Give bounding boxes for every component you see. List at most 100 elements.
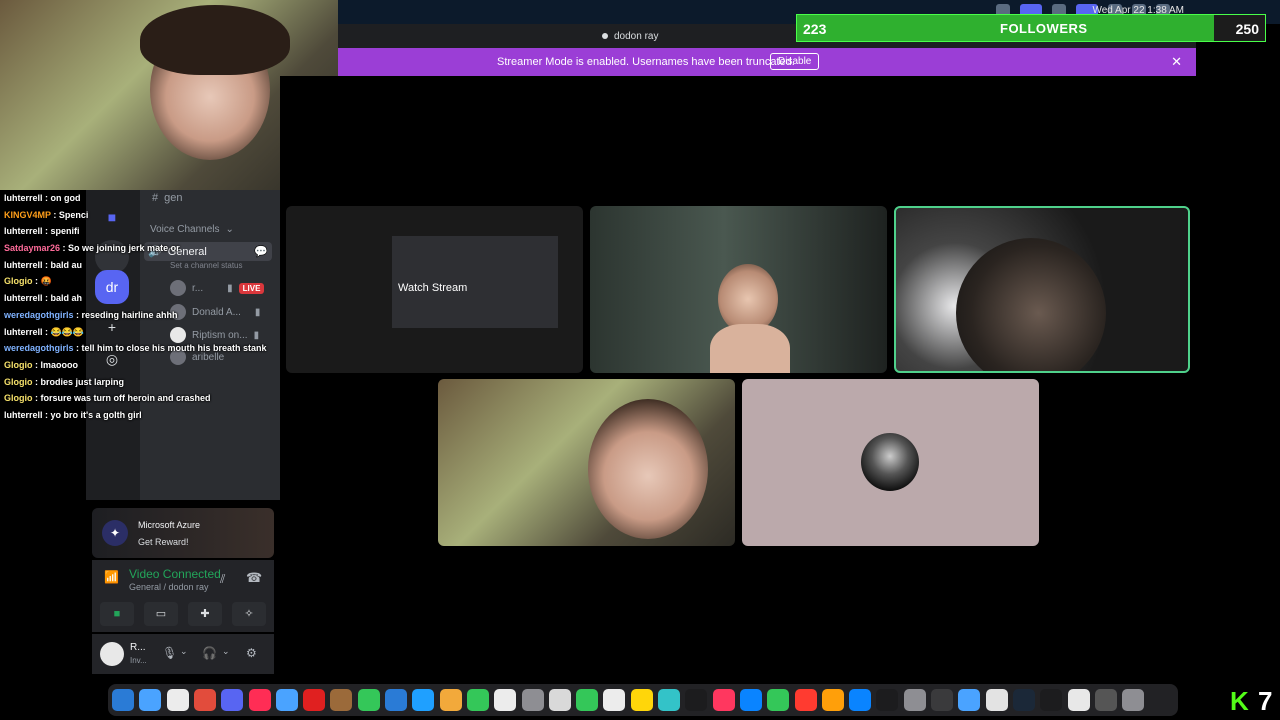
close-icon[interactable]: ✕: [1171, 54, 1182, 70]
chevron-down-icon[interactable]: ⌄: [222, 646, 230, 657]
chat-message: luhterrell : bald au: [4, 259, 83, 270]
call-indicator-icon: [602, 33, 608, 39]
dock-app-icon[interactable]: [412, 689, 435, 711]
dock-app-icon[interactable]: [330, 689, 353, 711]
chat-message: luhterrell : yo bro it's a golth girl: [4, 409, 142, 420]
chat-username[interactable]: luhterrell: [4, 260, 43, 270]
chat-message: Satdaymar26 : So we joining jerk mate or: [4, 243, 180, 254]
dock-app-icon[interactable]: [1012, 689, 1035, 711]
dock-app-icon[interactable]: [712, 689, 735, 711]
voice-channel-path[interactable]: General / dodon ray: [129, 582, 209, 592]
chat-username[interactable]: luhterrell: [4, 327, 43, 337]
dock-app-icon[interactable]: [739, 689, 762, 711]
chat-username[interactable]: luhterrell: [4, 226, 43, 236]
dock-app-icon[interactable]: [439, 689, 462, 711]
chat-text: Spenci: [58, 209, 89, 220]
dock-app-icon[interactable]: [931, 689, 953, 711]
chat-message: Glogio : lmaoooo: [4, 359, 78, 370]
microphone-icon[interactable]: 🎙: [162, 646, 177, 660]
dock-app-icon[interactable]: [821, 689, 844, 711]
dock-app-icon[interactable]: [112, 689, 134, 711]
dock-app-icon[interactable]: [658, 689, 680, 711]
chat-text: bald ah: [50, 293, 83, 304]
camera-button[interactable]: ■: [100, 602, 134, 626]
streamer-mode-banner: Streamer Mode is enabled. Usernames have…: [338, 48, 1196, 76]
dock-app-icon[interactable]: [139, 689, 162, 711]
dock-app-icon[interactable]: [1040, 689, 1063, 711]
chat-username[interactable]: luhterrell: [4, 293, 43, 303]
stream-tile[interactable]: Watch Stream: [286, 206, 583, 373]
chat-text: reseding hairline ahhh: [81, 309, 178, 320]
dock-app-icon[interactable]: [193, 689, 216, 711]
dock-app-icon[interactable]: [357, 689, 380, 711]
voice-status: Video Connected: [129, 567, 221, 581]
avatar: [861, 433, 919, 491]
dock-app-icon[interactable]: [221, 689, 244, 711]
voice-connection-panel: 📶 Video Connected General / dodon ray ⫽ …: [92, 560, 274, 632]
participant-video-tile[interactable]: [590, 206, 887, 373]
chat-message: luhterrell : spenifi: [4, 226, 80, 237]
chat-message: Glogio : 🤬: [4, 276, 52, 287]
dock-app-icon[interactable]: [685, 689, 708, 711]
chat-username[interactable]: Glogio: [4, 377, 33, 387]
dock-app-icon[interactable]: [849, 689, 872, 711]
dock-app-icon[interactable]: [248, 689, 271, 711]
dock-app-icon[interactable]: [466, 689, 489, 711]
participant-video-tile-speaking[interactable]: [894, 206, 1190, 373]
dock-app-icon[interactable]: [494, 689, 517, 711]
chat-message: KINGV4MP : Spenci: [4, 209, 89, 220]
dock-app-icon[interactable]: [767, 689, 790, 711]
chat-username[interactable]: KINGV4MP: [4, 210, 51, 220]
followers-label: FOLLOWERS: [1000, 21, 1088, 36]
watch-stream-button[interactable]: Watch Stream: [398, 282, 467, 294]
promo-action[interactable]: Get Reward!: [138, 537, 189, 547]
chat-text: spenifi: [50, 226, 80, 237]
avatar[interactable]: [100, 642, 124, 666]
chat-username[interactable]: luhterrell: [4, 193, 43, 203]
headphones-icon[interactable]: 🎧: [202, 646, 217, 660]
dock-app-icon[interactable]: [985, 689, 1008, 711]
dock-app-icon[interactable]: [1094, 689, 1117, 711]
dock-app-icon[interactable]: [794, 689, 817, 711]
activities-button[interactable]: ✚: [188, 602, 222, 626]
noise-suppression-icon[interactable]: ⫽: [220, 572, 225, 587]
participant-video-tile[interactable]: [438, 379, 735, 546]
chevron-down-icon[interactable]: ⌄: [180, 646, 188, 657]
promo-card[interactable]: ✦ Microsoft Azure Get Reward!: [92, 508, 274, 558]
chat-username[interactable]: Satdaymar26: [4, 243, 60, 253]
chat-text: tell him to close his mouth his breath s…: [81, 343, 267, 354]
promo-title: Microsoft Azure: [138, 520, 201, 530]
soundboard-button[interactable]: ✧: [232, 602, 266, 626]
gear-icon[interactable]: ⚙: [246, 646, 257, 660]
dock-app-icon[interactable]: [166, 689, 189, 711]
dock-app-icon[interactable]: [548, 689, 571, 711]
share-screen-button[interactable]: ▭: [144, 602, 178, 626]
dock-app-icon[interactable]: [903, 689, 926, 711]
chat-username[interactable]: Glogio: [4, 360, 33, 370]
chat-username[interactable]: weredagothgirls: [4, 310, 74, 320]
dock-app-icon[interactable]: [1067, 689, 1090, 711]
dock-app-icon[interactable]: [603, 689, 626, 711]
chat-username[interactable]: weredagothgirls: [4, 343, 74, 353]
dock-app-icon[interactable]: [385, 689, 407, 711]
chat-text: So we joining jerk mate or: [68, 243, 180, 254]
dock-app-icon[interactable]: [876, 689, 899, 711]
dock-app-icon[interactable]: [630, 689, 653, 711]
chat-message: weredagothgirls : tell him to close his …: [4, 343, 267, 354]
chat-username[interactable]: luhterrell: [4, 410, 43, 420]
disconnect-icon[interactable]: ☎: [246, 570, 262, 586]
user-status: Inv...: [130, 656, 147, 665]
dock-app-icon[interactable]: [521, 689, 544, 711]
dock-app-icon[interactable]: [303, 689, 326, 711]
user-name[interactable]: R...: [130, 642, 146, 653]
chat-username[interactable]: Glogio: [4, 393, 33, 403]
participant-avatar-tile[interactable]: [742, 379, 1039, 546]
dock-app-icon[interactable]: [275, 689, 298, 711]
chat-username[interactable]: Glogio: [4, 276, 33, 286]
dock-app-icon[interactable]: [1122, 689, 1145, 711]
dock-app-icon[interactable]: [576, 689, 599, 711]
followers-goal: 250: [1235, 21, 1259, 37]
disable-button[interactable]: Disable: [770, 53, 820, 70]
dock-app-icon[interactable]: [958, 689, 981, 711]
signal-icon[interactable]: 📶: [104, 570, 119, 584]
